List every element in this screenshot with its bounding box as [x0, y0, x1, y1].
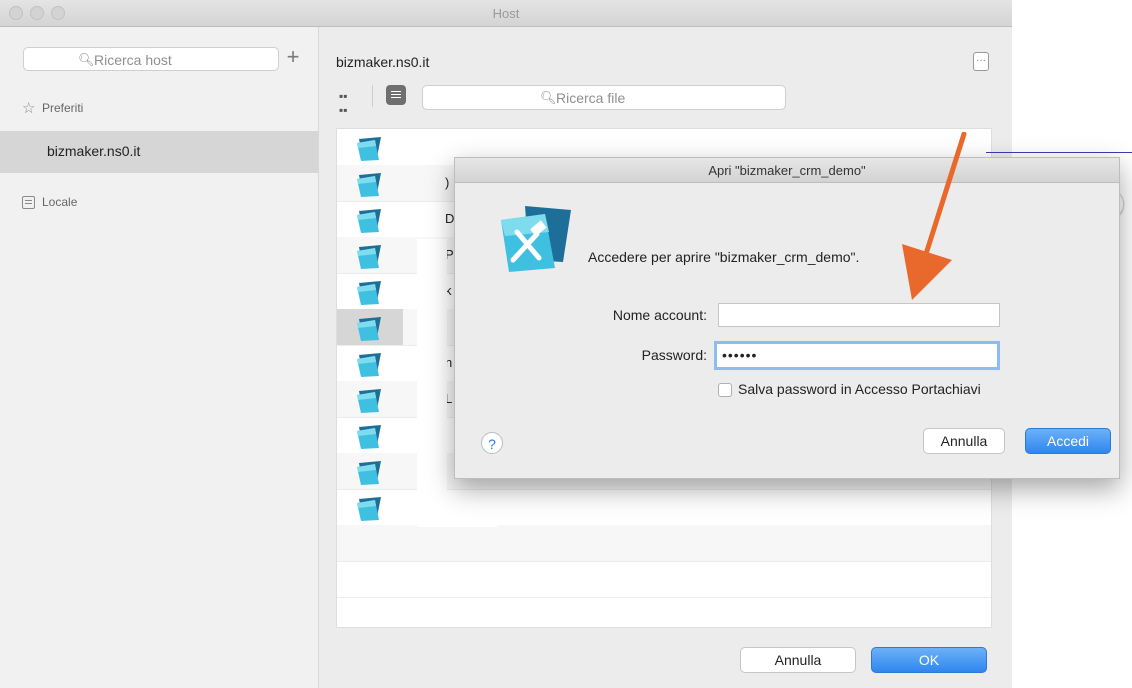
list-view-icon[interactable]	[386, 85, 406, 105]
dialog-title: Apri "bizmaker_crm_demo"	[708, 163, 866, 178]
sidebar	[0, 27, 319, 688]
account-name-input[interactable]	[718, 303, 1000, 327]
file-name: D	[445, 211, 455, 226]
file-search-input[interactable]: 🔍︎ Ricerca file	[422, 85, 786, 110]
filemaker-file-icon	[337, 381, 403, 417]
filemaker-file-icon	[337, 273, 403, 309]
account-name-label: Nome account:	[612, 307, 707, 323]
login-button[interactable]: Accedi	[1025, 428, 1111, 454]
file-row	[337, 525, 991, 562]
background-window-edge	[986, 152, 1132, 153]
filemaker-file-icon	[337, 237, 403, 273]
filemaker-app-icon	[495, 202, 575, 277]
save-password-label[interactable]: Salva password in Accesso Portachiavi	[738, 381, 981, 397]
filemaker-file-icon	[337, 201, 403, 237]
filemaker-file-icon	[337, 309, 403, 345]
filemaker-file-icon	[337, 417, 403, 453]
view-divider	[372, 85, 373, 107]
file-name: )	[445, 175, 450, 190]
host-search-placeholder: Ricerca host	[94, 52, 172, 68]
redacted-area	[417, 239, 447, 499]
cancel-button[interactable]: Annulla	[740, 647, 856, 673]
password-label: Password:	[641, 347, 707, 363]
filemaker-file-icon	[337, 129, 403, 165]
redacted-area	[417, 499, 497, 527]
dialog-message: Accedere per aprire "bizmaker_crm_demo".	[588, 249, 860, 265]
file-row	[337, 561, 991, 598]
sidebar-item-local[interactable]: Locale	[42, 195, 77, 209]
window-titlebar: Host	[0, 0, 1012, 27]
filemaker-file-icon	[337, 165, 403, 201]
sidebar-item-host-label[interactable]: bizmaker.ns0.it	[47, 143, 140, 159]
favorites-section-label: Preferiti	[42, 101, 84, 115]
filemaker-file-icon	[337, 345, 403, 381]
dialog-titlebar: Apri "bizmaker_crm_demo"	[455, 158, 1119, 183]
list-icon	[22, 196, 35, 209]
grid-view-icon[interactable]: ▪▪ ▪▪	[339, 89, 348, 117]
window-title: Host	[492, 6, 520, 21]
host-search-input[interactable]: 🔍︎ Ricerca host	[23, 47, 279, 71]
star-icon: ☆	[22, 100, 36, 117]
dialog-cancel-button[interactable]: Annulla	[923, 428, 1005, 454]
plus-icon[interactable]: +	[284, 44, 302, 70]
more-options-icon[interactable]: ···	[973, 52, 989, 71]
host-title: bizmaker.ns0.it	[336, 54, 430, 70]
save-password-checkbox[interactable]	[718, 383, 732, 397]
search-icon: 🔍︎	[78, 52, 95, 67]
filemaker-file-icon	[337, 489, 403, 525]
ok-button[interactable]: OK	[871, 647, 987, 673]
filemaker-file-icon	[337, 453, 403, 489]
open-file-dialog: Apri "bizmaker_crm_demo" Accedere per ap…	[454, 157, 1120, 479]
password-input[interactable]: ••••••	[714, 341, 1000, 370]
file-search-placeholder: Ricerca file	[556, 90, 626, 106]
help-button[interactable]: ?	[481, 432, 503, 454]
search-icon: 🔍︎	[540, 90, 557, 105]
annotation-arrow	[902, 132, 967, 300]
